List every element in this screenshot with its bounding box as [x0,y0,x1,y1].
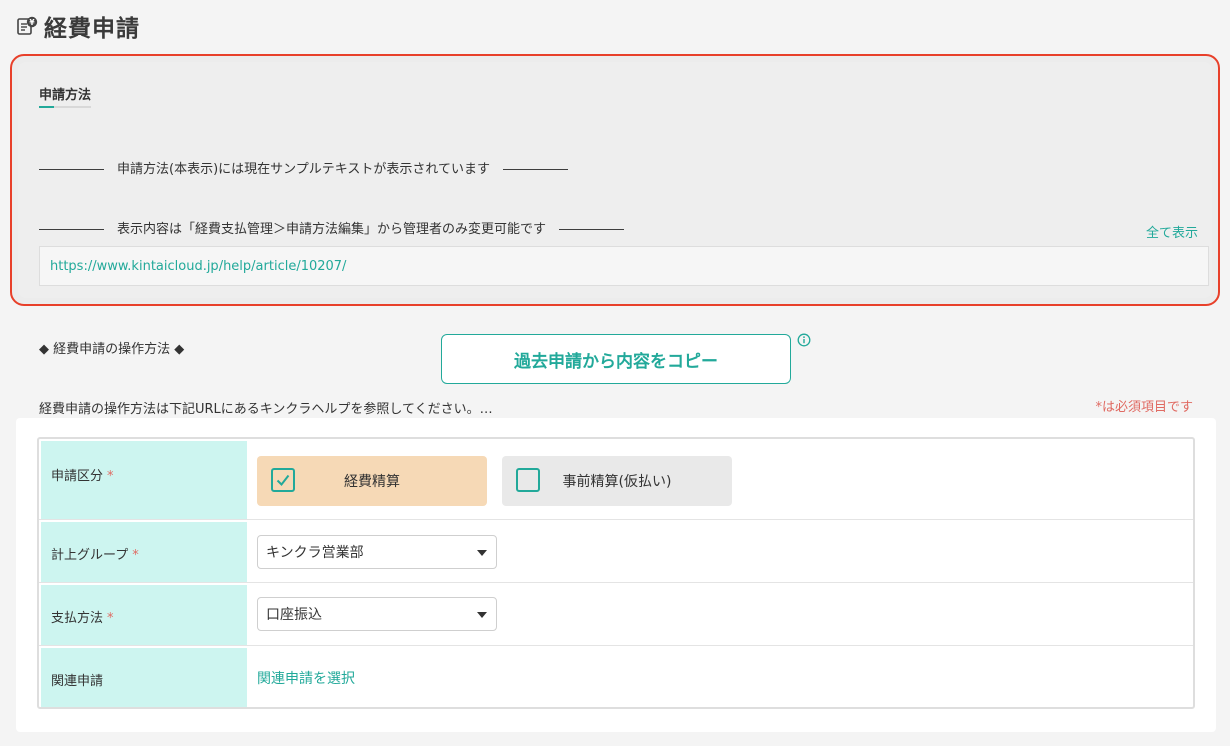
required-mark: * [107,611,114,626]
svg-text:¥: ¥ [29,18,35,27]
accounting-group-body: キンクラ営業部 [247,520,1193,582]
payment-method-body: 口座振込 [247,583,1193,645]
field-label: 関連申請 [51,674,104,689]
expense-report-icon: ¥ [17,16,38,35]
required-mark: * [132,548,139,563]
option-advance-settlement[interactable]: 事前精算(仮払い) [502,456,732,506]
copy-from-past-request-button[interactable]: 過去申請から内容をコピー [441,334,791,384]
checkbox-checked[interactable] [271,468,295,492]
field-label: 支払方法 [51,611,104,626]
help-url-link[interactable]: https://www.kintaicloud.jp/help/article/… [50,259,346,274]
application-method-panel-inner: 申請方法 ――――― 申請方法(本表示)には現在サンプルテキストが表示されていま… [18,62,1212,417]
description-line: ――――― 表示内容は「経費支払管理＞申請方法編集」から管理者のみ変更可能です … [39,222,625,237]
info-icon[interactable] [797,333,811,347]
method-description: ――――― 申請方法(本表示)には現在サンプルテキストが表示されています ―――… [39,120,1189,460]
accounting-group-select[interactable]: キンクラ営業部 [257,535,497,569]
field-label: 申請区分 [51,469,104,484]
caret-down-icon [477,550,487,556]
accounting-group-label: 計上グループ * [41,522,247,582]
payment-method-select[interactable]: 口座振込 [257,597,497,631]
page-header: ¥ 経費申請 [16,10,140,42]
form-row-related-request: 関連申請 関連申請を選択 [39,646,1193,707]
required-mark: * [107,469,114,484]
form-row-accounting-group: 計上グループ * キンクラ営業部 [39,520,1193,583]
form-card: 申請区分 * 経費精算 事前精算(仮払い) 計上グループ * キンクラ営業部 支… [16,418,1216,732]
related-request-label: 関連申請 [41,648,247,707]
select-related-request-link[interactable]: 関連申請を選択 [257,668,355,688]
select-value: 口座振込 [266,607,322,623]
description-line: 経費申請の操作方法は下記URLにあるキンクラヘルプを参照してください。… [39,402,493,417]
select-value: キンクラ営業部 [266,545,364,561]
required-fields-note: *は必須項目です [1095,400,1193,415]
check-icon [276,474,290,487]
help-url-box: https://www.kintaicloud.jp/help/article/… [39,246,1209,286]
application-method-panel: 申請方法 ――――― 申請方法(本表示)には現在サンプルテキストが表示されていま… [10,54,1220,417]
page-title: 経費申請 [44,16,140,42]
caret-down-icon [477,612,487,618]
form-row-request-type: 申請区分 * 経費精算 事前精算(仮払い) [39,439,1193,520]
request-type-options: 経費精算 事前精算(仮払い) [247,439,1193,519]
request-type-label: 申請区分 * [41,441,247,519]
show-all-link[interactable]: 全て表示 [1146,222,1198,241]
form-row-payment-method: 支払方法 * 口座振込 [39,583,1193,646]
form-table: 申請区分 * 経費精算 事前精算(仮払い) 計上グループ * キンクラ営業部 支… [37,437,1195,709]
payment-method-label: 支払方法 * [41,585,247,645]
option-expense-settlement[interactable]: 経費精算 [257,456,487,506]
description-line: ――――― 申請方法(本表示)には現在サンプルテキストが表示されています ―――… [39,162,568,177]
checkbox-unchecked[interactable] [516,468,540,492]
section-heading: 申請方法 [39,84,92,108]
field-label: 計上グループ [51,548,129,563]
related-request-body: 関連申請を選択 [247,646,1193,707]
